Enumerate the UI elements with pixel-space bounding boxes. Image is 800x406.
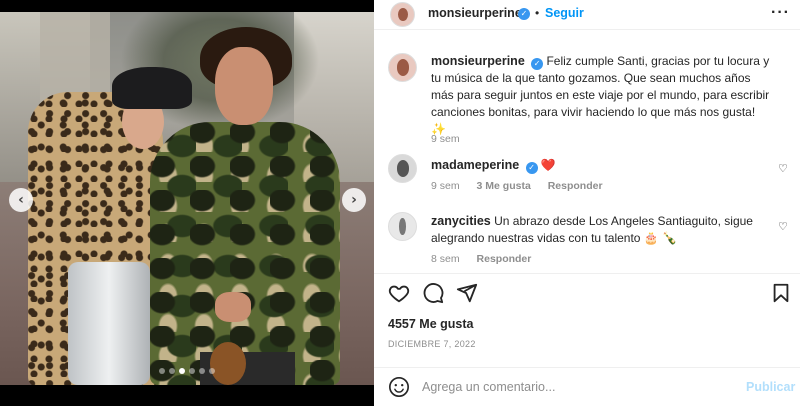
post-photo[interactable] bbox=[0, 12, 374, 385]
caption-body: monsieurperine ✓ Feliz cumple Santi, gra… bbox=[431, 53, 771, 138]
photo-woman-hat bbox=[112, 67, 192, 109]
like-heart-icon[interactable] bbox=[388, 282, 410, 304]
carousel-dot bbox=[199, 368, 205, 374]
comment-username[interactable]: zanycities bbox=[431, 214, 491, 228]
verified-badge-icon: ✓ bbox=[531, 58, 544, 70]
carousel-dots bbox=[150, 368, 224, 374]
carousel-dot bbox=[159, 368, 165, 374]
more-options-icon[interactable]: ··· bbox=[771, 4, 790, 22]
caption-time[interactable]: 9 sem bbox=[431, 133, 460, 145]
post-panel: monsieurperine ✓ • Seguir ··· monsieurpe… bbox=[374, 0, 800, 406]
post-media: ‹ › bbox=[0, 0, 374, 406]
verified-badge-icon: ✓ bbox=[518, 8, 530, 20]
likes-count[interactable]: 4557 Me gusta bbox=[388, 317, 473, 331]
photo-ukulele bbox=[210, 342, 246, 385]
photo-man-face bbox=[215, 47, 273, 125]
photo-woman-pants bbox=[68, 262, 150, 385]
author-username[interactable]: monsieurperine bbox=[428, 6, 522, 20]
reply-button[interactable]: Responder bbox=[477, 253, 532, 265]
reply-button[interactable]: Responder bbox=[548, 180, 603, 192]
follow-button[interactable]: Seguir bbox=[545, 6, 584, 20]
comment-time[interactable]: 9 sem bbox=[431, 180, 460, 192]
photo-man-jacket bbox=[150, 122, 340, 385]
comment-meta: 9 sem 3 Me gusta Responder bbox=[431, 180, 617, 192]
carousel-next-button[interactable]: › bbox=[342, 188, 366, 212]
action-bar bbox=[374, 273, 800, 313]
comment-like-heart-icon[interactable]: ♡ bbox=[778, 221, 790, 233]
comment-meta: 8 sem Responder bbox=[431, 253, 545, 265]
carousel-dot bbox=[169, 368, 175, 374]
verified-badge-icon: ✓ bbox=[525, 162, 538, 174]
photo-hand bbox=[215, 292, 251, 322]
comment-like-heart-icon[interactable]: ♡ bbox=[778, 163, 790, 175]
post-header: monsieurperine ✓ • Seguir ··· bbox=[374, 0, 800, 30]
header-separator: • bbox=[535, 6, 540, 20]
caption-meta: 9 sem bbox=[431, 133, 474, 145]
comment-likes[interactable]: 3 Me gusta bbox=[477, 180, 531, 192]
emoji-icon[interactable] bbox=[388, 376, 410, 398]
comment-username[interactable]: madameperine bbox=[431, 158, 519, 172]
save-bookmark-icon[interactable] bbox=[770, 282, 792, 304]
carousel-prev-button[interactable]: ‹ bbox=[9, 188, 33, 212]
carousel-dot bbox=[189, 368, 195, 374]
comment-time[interactable]: 8 sem bbox=[431, 253, 460, 265]
comment-body: zanycities Un abrazo desde Los Angeles S… bbox=[431, 213, 771, 247]
caption-username[interactable]: monsieurperine bbox=[431, 54, 525, 68]
comments-list: monsieurperine ✓ Feliz cumple Santi, gra… bbox=[374, 41, 800, 273]
comment-body: madameperine ✓ ❤️ bbox=[431, 157, 771, 174]
comment-bubble-icon[interactable] bbox=[422, 282, 444, 304]
comment-text: ❤️ bbox=[540, 158, 556, 172]
comment-avatar[interactable] bbox=[388, 154, 417, 183]
share-send-icon[interactable] bbox=[456, 282, 478, 304]
comment-input[interactable] bbox=[422, 376, 722, 398]
comment-avatar[interactable] bbox=[388, 212, 417, 241]
carousel-dot bbox=[179, 368, 185, 374]
caption-avatar[interactable] bbox=[388, 53, 417, 82]
author-avatar[interactable] bbox=[390, 2, 415, 27]
publish-button[interactable]: Publicar bbox=[746, 380, 795, 394]
add-comment-bar: Publicar bbox=[374, 367, 800, 406]
carousel-dot bbox=[209, 368, 215, 374]
post-date[interactable]: DICIEMBRE 7, 2022 bbox=[388, 339, 476, 349]
